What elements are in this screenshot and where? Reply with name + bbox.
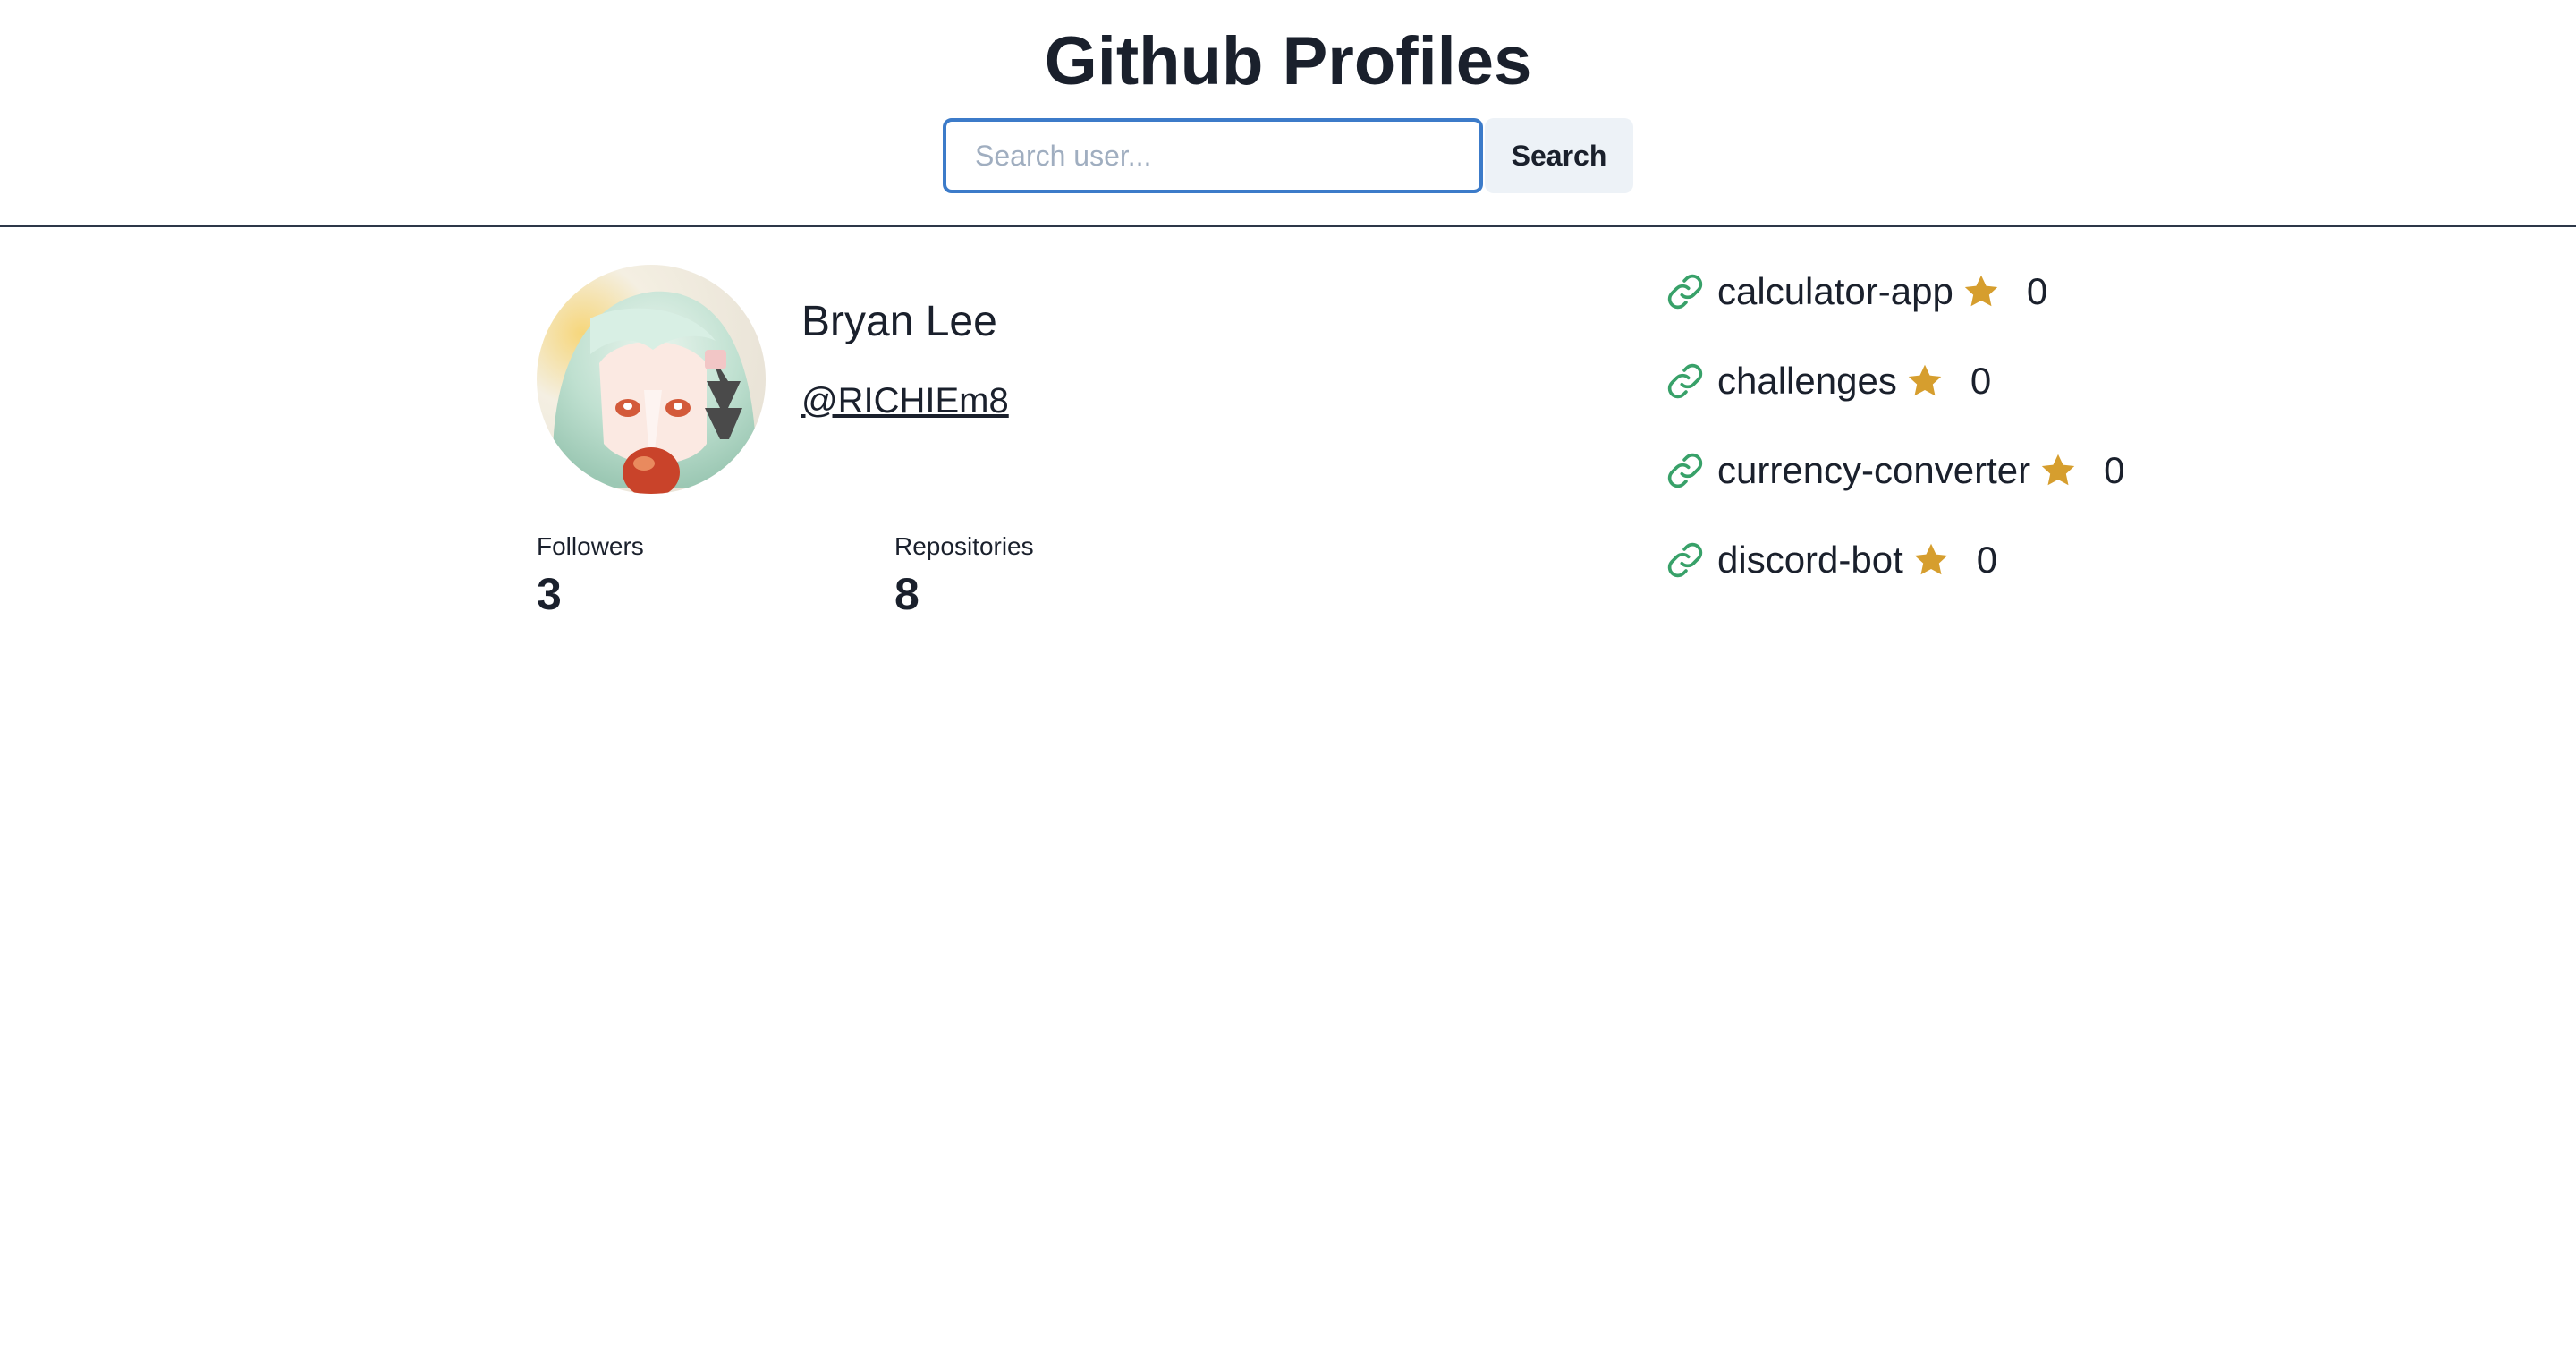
star-count: 0 — [2026, 270, 2048, 312]
repo-link[interactable]: currency-converter — [1717, 449, 2030, 492]
avatar — [537, 265, 766, 494]
star-icon — [2041, 454, 2075, 486]
followers-stat: Followers 3 — [537, 531, 644, 621]
link-icon — [1667, 542, 1703, 578]
star-icon — [1964, 275, 1998, 307]
star-count: 0 — [2104, 449, 2125, 491]
link-icon — [1667, 453, 1703, 488]
repo-item: calculator-app 0 — [1665, 265, 2124, 318]
star-count: 0 — [1970, 360, 1992, 402]
repo-item: discord-bot 0 — [1665, 533, 2124, 587]
app-header: Github Profiles Search — [0, 0, 2576, 227]
repositories-label: Repositories — [894, 532, 1034, 560]
repo-link[interactable]: challenges — [1717, 360, 1897, 403]
link-icon — [1667, 274, 1703, 310]
search-button[interactable]: Search — [1485, 118, 1633, 193]
followers-label: Followers — [537, 532, 644, 560]
page: Github Profiles Search user... Search Br… — [0, 0, 2576, 1367]
repo-link[interactable]: discord-bot — [1717, 539, 1903, 582]
repo-item: challenges 0 — [1665, 354, 2124, 408]
search-form: Search — [943, 118, 1633, 193]
user-avatar-image — [537, 265, 766, 494]
star-icon — [1908, 364, 1942, 396]
repo-list: calculator-app 0 challenges 0 currency-c… — [1665, 265, 2124, 623]
page-title: Github Profiles — [1044, 23, 1532, 99]
repo-link[interactable]: calculator-app — [1717, 270, 1953, 313]
star-icon — [1914, 543, 1947, 575]
followers-count: 3 — [537, 569, 562, 619]
profile-handle-link[interactable]: @RICHIEm8 — [801, 381, 1009, 421]
profile-name: Bryan Lee — [801, 298, 997, 345]
repo-item: currency-converter 0 — [1665, 444, 2124, 497]
repositories-stat: Repositories 8 — [894, 531, 1034, 621]
repositories-count: 8 — [894, 569, 919, 619]
link-icon — [1667, 363, 1703, 399]
star-count: 0 — [1976, 539, 1998, 581]
search-input[interactable] — [943, 118, 1483, 193]
